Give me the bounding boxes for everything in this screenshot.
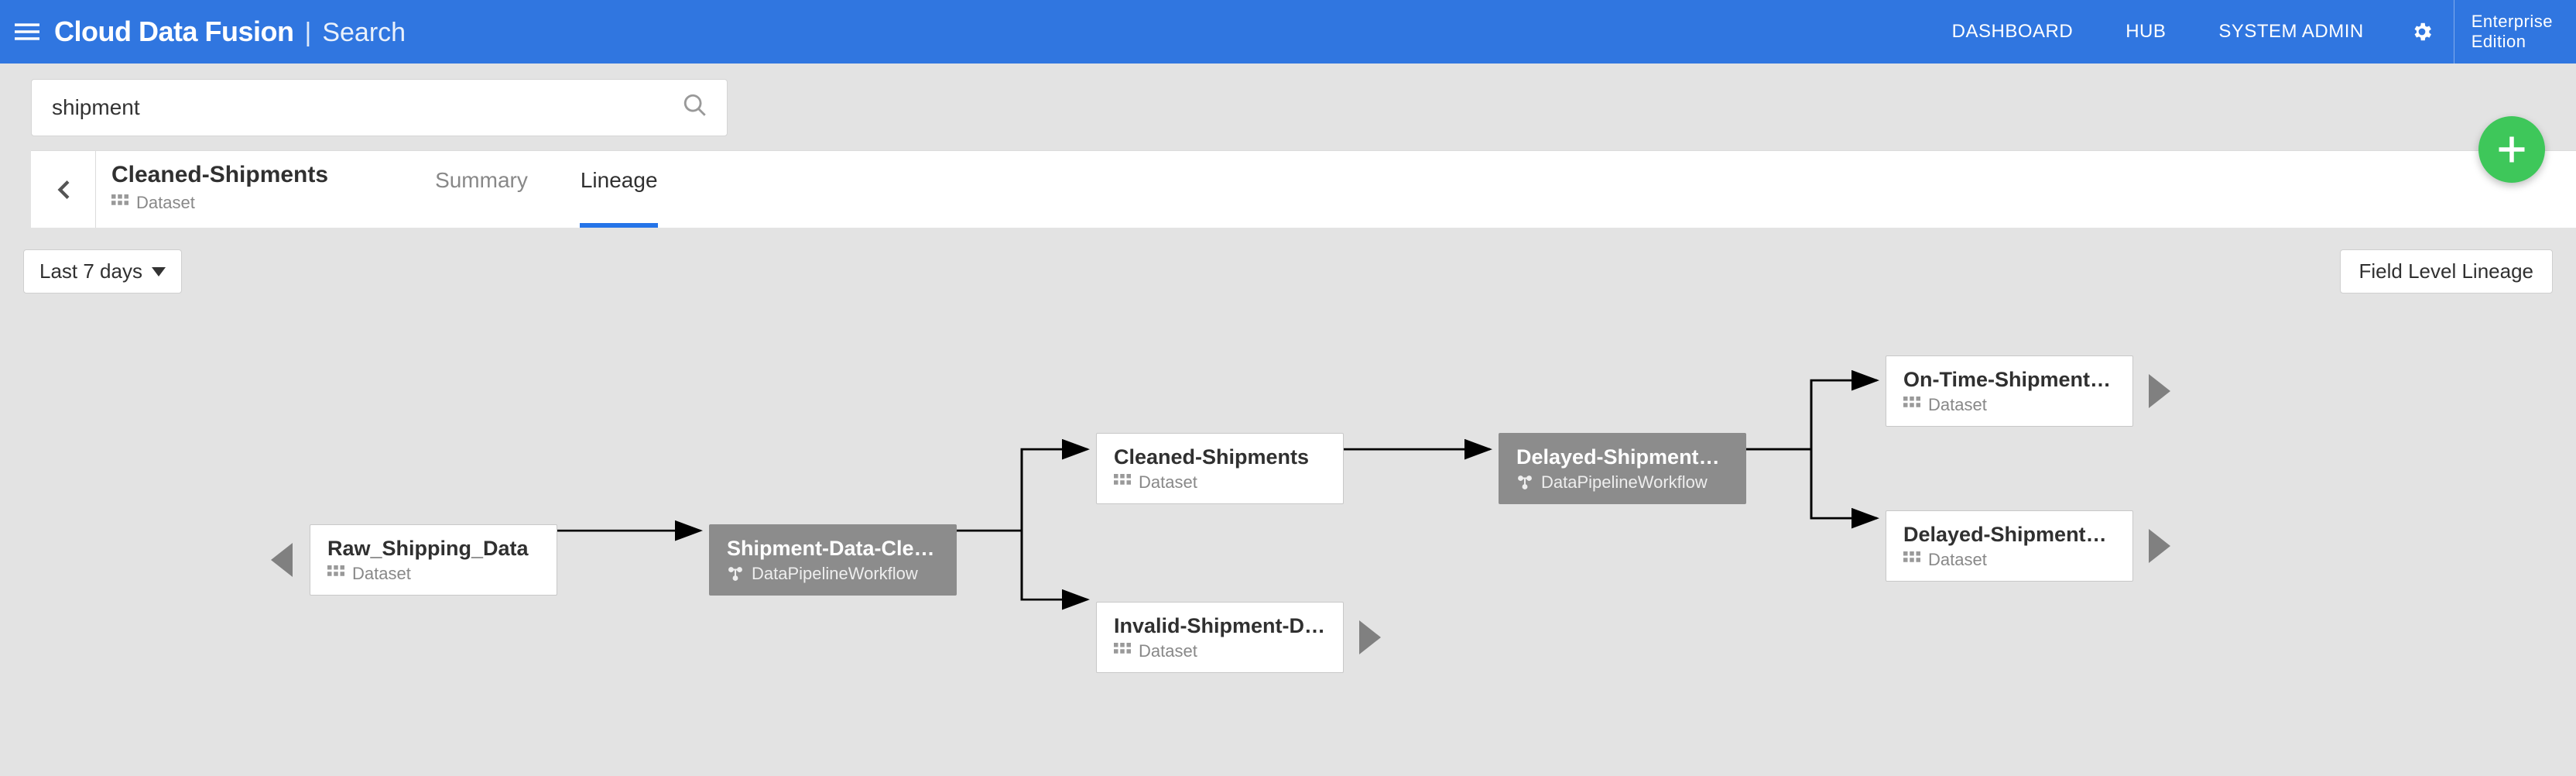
- node-title: Shipment-Data-Clean…: [727, 537, 939, 561]
- node-subtype: Dataset: [1114, 641, 1326, 661]
- brand-name: Cloud Data Fusion: [54, 15, 294, 48]
- expand-left-icon[interactable]: [271, 543, 293, 577]
- dataset-icon: [111, 194, 128, 211]
- search-input[interactable]: [50, 94, 682, 121]
- node-subtype-label: Dataset: [352, 564, 411, 584]
- node-title: Invalid-Shipment-Data: [1114, 614, 1326, 638]
- expand-right-icon[interactable]: [2149, 374, 2170, 408]
- node-subtype: Dataset: [327, 564, 540, 584]
- node-invalid-shipment-data[interactable]: Invalid-Shipment-Data Dataset: [1096, 602, 1344, 673]
- tab-summary-label: Summary: [435, 168, 528, 193]
- topbar-right: DASHBOARD HUB SYSTEM ADMIN Enterprise Ed…: [1926, 0, 2576, 64]
- nav-system-admin[interactable]: SYSTEM ADMIN: [2192, 0, 2389, 64]
- node-subtype: Dataset: [1114, 472, 1326, 493]
- tabs: Summary Lineage: [409, 151, 683, 228]
- nav-system-admin-label: SYSTEM ADMIN: [2218, 21, 2363, 43]
- node-title: Raw_Shipping_Data: [327, 537, 540, 561]
- node-subtype-label: Dataset: [1139, 472, 1197, 493]
- node-subtype: DataPipelineWorkflow: [727, 564, 939, 584]
- lineage-toolbar: Last 7 days Field Level Lineage: [0, 228, 2576, 294]
- topbar: Cloud Data Fusion | Search DASHBOARD HUB…: [0, 0, 2576, 64]
- node-subtype-label: Dataset: [1928, 550, 1987, 570]
- dataset-icon: [1903, 397, 1920, 414]
- brand-separator: |: [305, 18, 312, 48]
- tab-lineage[interactable]: Lineage: [554, 151, 684, 228]
- node-title: On-Time-Shipments-…: [1903, 368, 2115, 392]
- dataset-icon: [327, 565, 344, 582]
- time-range-dropdown[interactable]: Last 7 days: [23, 249, 182, 294]
- node-title: Delayed-Shipments-US: [1516, 445, 1728, 469]
- search-box[interactable]: [31, 79, 728, 136]
- dataset-icon: [1903, 551, 1920, 568]
- time-range-label: Last 7 days: [39, 259, 142, 283]
- node-delayed-shipments-us-workflow[interactable]: Delayed-Shipments-US DataPipelineWorkflo…: [1499, 433, 1746, 504]
- node-subtype: Dataset: [1903, 550, 2115, 570]
- dataset-icon: [1114, 474, 1131, 491]
- settings-icon[interactable]: [2390, 0, 2454, 64]
- entity-header: Cleaned-Shipments Dataset Summary Lineag…: [31, 150, 2576, 228]
- entity-title-block: Cleaned-Shipments Dataset: [96, 151, 362, 228]
- brand-section: Search: [322, 18, 406, 48]
- nav-dashboard[interactable]: DASHBOARD: [1926, 0, 2100, 64]
- lineage-canvas[interactable]: Raw_Shipping_Data Dataset Shipment-Data-…: [0, 294, 2576, 776]
- chevron-down-icon: [152, 266, 166, 277]
- expand-right-icon[interactable]: [1359, 620, 1381, 654]
- edition-line1: Enterprise: [2472, 12, 2553, 32]
- node-shipment-data-cleanse-workflow[interactable]: Shipment-Data-Clean… DataPipelineWorkflo…: [709, 524, 957, 596]
- node-raw-shipping-data[interactable]: Raw_Shipping_Data Dataset: [310, 524, 557, 596]
- entity-title: Cleaned-Shipments: [111, 162, 328, 188]
- nav-dashboard-label: DASHBOARD: [1952, 21, 2074, 43]
- brand: Cloud Data Fusion | Search: [54, 15, 406, 48]
- back-button[interactable]: [31, 151, 96, 228]
- subheader: Cleaned-Shipments Dataset Summary Lineag…: [0, 64, 2576, 228]
- node-on-time-shipments[interactable]: On-Time-Shipments-… Dataset: [1886, 355, 2133, 427]
- node-title: Delayed-Shipments-US: [1903, 523, 2115, 547]
- tab-lineage-label: Lineage: [581, 168, 658, 193]
- add-button[interactable]: [2478, 116, 2545, 183]
- node-subtype-label: DataPipelineWorkflow: [752, 564, 918, 584]
- node-delayed-shipments-us[interactable]: Delayed-Shipments-US Dataset: [1886, 510, 2133, 582]
- dataset-icon: [1114, 643, 1131, 660]
- nav-hub-label: HUB: [2126, 21, 2166, 43]
- node-subtype: DataPipelineWorkflow: [1516, 472, 1728, 493]
- edition-line2: Edition: [2472, 32, 2553, 52]
- node-title: Cleaned-Shipments: [1114, 445, 1326, 469]
- node-subtype-label: DataPipelineWorkflow: [1541, 472, 1708, 493]
- field-level-lineage-button[interactable]: Field Level Lineage: [2340, 249, 2554, 294]
- workflow-icon: [727, 565, 744, 582]
- node-subtype-label: Dataset: [1139, 641, 1197, 661]
- node-cleaned-shipments[interactable]: Cleaned-Shipments Dataset: [1096, 433, 1344, 504]
- tab-summary[interactable]: Summary: [409, 151, 554, 228]
- field-level-lineage-label: Field Level Lineage: [2359, 259, 2534, 283]
- entity-subtype-label: Dataset: [136, 193, 195, 213]
- expand-right-icon[interactable]: [2149, 529, 2170, 563]
- nav-hub[interactable]: HUB: [2099, 0, 2192, 64]
- search-icon[interactable]: [682, 92, 708, 124]
- node-subtype-label: Dataset: [1928, 395, 1987, 415]
- edition-label: Enterprise Edition: [2454, 0, 2576, 64]
- menu-icon[interactable]: [0, 19, 54, 44]
- entity-subtype: Dataset: [111, 193, 328, 213]
- node-subtype: Dataset: [1903, 395, 2115, 415]
- workflow-icon: [1516, 474, 1533, 491]
